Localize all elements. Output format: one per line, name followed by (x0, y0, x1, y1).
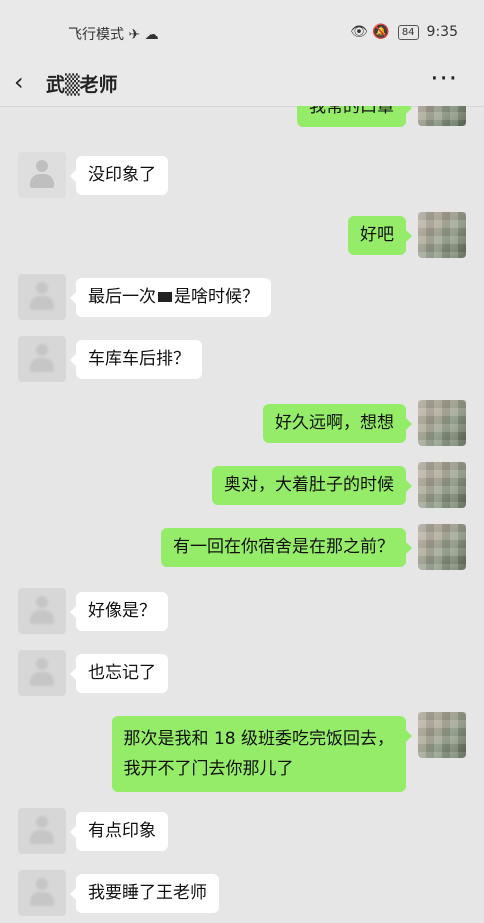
avatar[interactable] (18, 588, 66, 634)
message-bubble-incoming[interactable]: 车库车后排？ (70, 340, 202, 379)
avatar[interactable] (418, 524, 466, 570)
message-bubble-incoming[interactable]: 有点印象 (70, 812, 168, 851)
message-bubble-incoming[interactable]: 没印象了 (70, 156, 168, 195)
avatar[interactable] (418, 400, 466, 446)
message-bubble-outgoing[interactable]: 好吧 (348, 216, 412, 255)
message-bubble-incoming[interactable]: 也忘记了 (70, 654, 168, 693)
redaction-mark (158, 292, 172, 302)
chat-header: ‹ 武▒老师 ··· (0, 62, 484, 107)
status-icons: 👁 🔕 84 9:35 (350, 24, 458, 40)
back-chevron-icon[interactable]: ‹ (14, 68, 24, 96)
message-bubble-outgoing[interactable]: 我常的口罩 (297, 106, 412, 127)
message-list[interactable]: 我常的口罩 没印象了 好吧 最后一次 是啥时候？ 车库车后排？ 好久远啊，想想 奥… (0, 106, 484, 923)
message-bubble-incoming[interactable]: 好像是？ (70, 592, 168, 631)
avatar[interactable] (18, 152, 66, 198)
clock: 9:35 (426, 24, 458, 40)
message-bubble-outgoing[interactable]: 那次是我和 18 级班委吃完饭回去， 我开不了门去你那儿了 (111, 716, 413, 792)
avatar[interactable] (418, 212, 466, 258)
airplane-mode-status: 飞行模式 ✈ ☁ (68, 27, 159, 43)
message-text: 最后一次 (88, 287, 156, 307)
message-bubble-outgoing[interactable]: 好久远啊，想想 (263, 404, 412, 443)
avatar[interactable] (18, 650, 66, 696)
message-bubble-incoming[interactable]: 我要睡了王老师 (70, 874, 219, 913)
avatar[interactable] (418, 462, 466, 508)
eye-mute-icons: 👁 🔕 (350, 24, 390, 40)
message-text: 是啥时候？ (174, 287, 259, 307)
avatar[interactable] (18, 336, 66, 382)
avatar[interactable] (18, 274, 66, 320)
avatar[interactable] (18, 808, 66, 854)
message-bubble-incoming[interactable]: 最后一次 是啥时候？ (70, 278, 271, 317)
avatar[interactable] (418, 712, 466, 758)
avatar[interactable] (418, 106, 466, 126)
avatar[interactable] (18, 870, 66, 916)
status-bar: 飞行模式 ✈ ☁ 👁 🔕 84 9:35 (0, 0, 484, 62)
message-bubble-outgoing[interactable]: 奥对，大着肚子的时候 (212, 466, 412, 505)
chat-title: 武▒老师 (46, 74, 118, 96)
message-line: 我开不了门去你那儿了 (123, 759, 294, 779)
battery-icon: 84 (397, 24, 419, 40)
message-bubble-outgoing[interactable]: 有一回在你宿舍是在那之前？ (161, 528, 412, 567)
more-options-icon[interactable]: ··· (430, 64, 458, 94)
message-line: 那次是我和 18 级班委吃完饭回去， (123, 729, 394, 749)
